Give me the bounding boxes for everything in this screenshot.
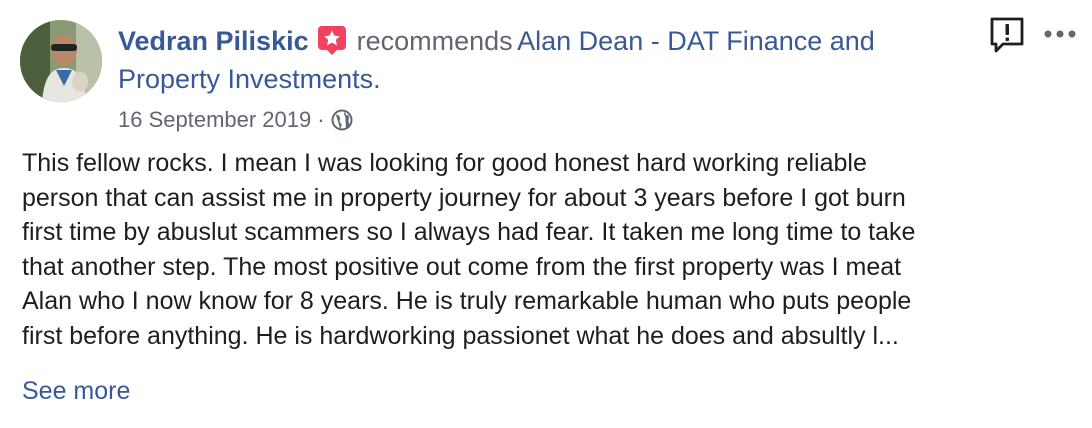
body-line: This fellow rocks. I mean I was looking … [22, 149, 867, 177]
report-icon [990, 17, 1024, 53]
profile-photo [20, 20, 102, 102]
post-header: Vedran Piliskic recommends Alan Dean - DA… [118, 22, 978, 134]
recommendation-star-icon [317, 25, 347, 55]
author-name[interactable]: Vedran Piliskic [118, 26, 309, 56]
page-name-link-cont[interactable]: Property Investments. [118, 64, 381, 94]
body-line: person that can assist me in property jo… [22, 183, 906, 212]
more-options-icon [1044, 30, 1076, 38]
body-line: first time by abuslut scammers so I alwa… [22, 218, 916, 246]
body-line: first before anything. He is hardworking… [22, 321, 899, 350]
header-line-1: Vedran Piliskic recommends Alan Dean - DA… [118, 22, 978, 60]
separator: · [317, 107, 325, 132]
page-name-link[interactable]: Alan Dean - DAT Finance and [517, 26, 875, 56]
recommendation-post: Vedran Piliskic recommends Alan Dean - DA… [0, 0, 1092, 428]
post-body: This fellow rocks. I mean I was looking … [22, 146, 1072, 353]
report-button[interactable] [988, 16, 1028, 56]
action-text: recommends [356, 26, 513, 56]
timestamp[interactable]: 16 September 2019 [118, 106, 311, 134]
globe-icon[interactable] [331, 109, 353, 131]
body-line: Alan who I now know for 8 years. He is t… [22, 287, 912, 315]
see-more-link[interactable]: See more [22, 374, 130, 408]
body-line: that another step. The most positive out… [22, 252, 902, 281]
more-options-button[interactable] [1040, 22, 1080, 46]
post-meta: 16 September 2019 · [118, 106, 978, 134]
avatar[interactable] [20, 20, 102, 102]
header-line-2: Property Investments. [118, 60, 978, 98]
